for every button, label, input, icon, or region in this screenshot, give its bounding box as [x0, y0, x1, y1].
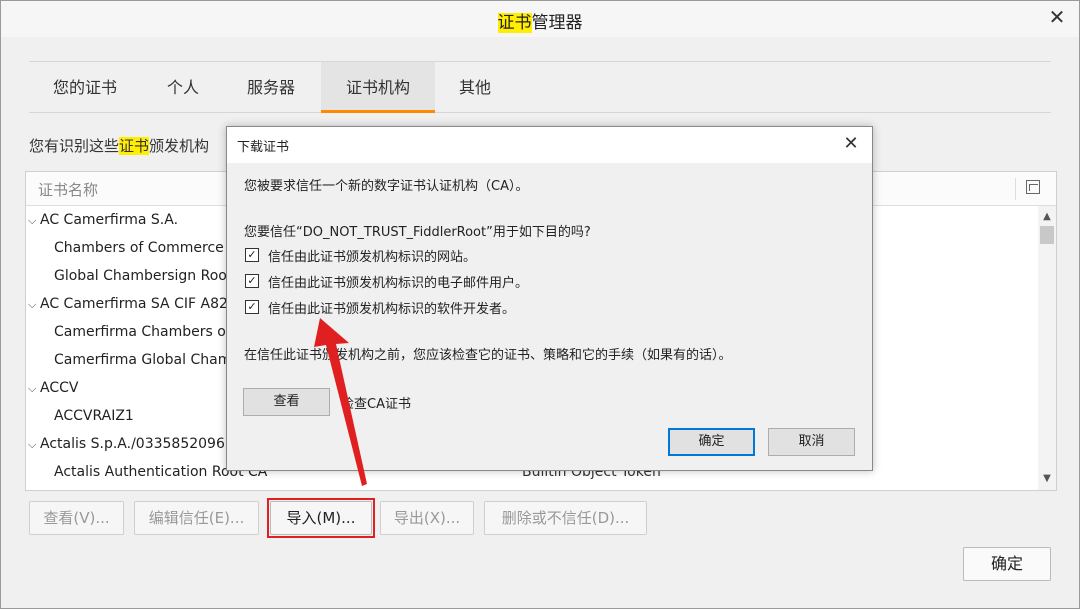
row-label: Actalis S.p.A./03358520967: [40, 436, 234, 452]
trust-email-label[interactable]: 信任由此证书颁发机构标识的电子邮件用户。: [268, 272, 528, 291]
title-bar: 证书管理器 ✕: [1, 1, 1079, 37]
tab-your-certs[interactable]: 您的证书: [29, 62, 141, 113]
scroll-up-icon[interactable]: ▲: [1038, 208, 1056, 226]
tree-child-row[interactable]: Global Chambersign Root: [54, 262, 232, 290]
dialog-title-bar: 下载证书 ✕: [227, 127, 872, 163]
expand-chevron-icon[interactable]: ⌵: [28, 431, 40, 459]
tab-others[interactable]: 其他: [443, 62, 507, 113]
edit-trust-button[interactable]: 编辑信任(E)...: [134, 501, 259, 535]
tree-child-row[interactable]: Camerfirma Global Chamb: [54, 346, 240, 374]
annotation-highlight-box: [267, 498, 375, 538]
title-highlight: 证书: [497, 13, 532, 33]
dialog-close-icon[interactable]: ✕: [840, 133, 862, 155]
expand-chevron-icon[interactable]: ⌵: [28, 375, 40, 403]
row-label: ACCV: [40, 380, 79, 396]
tab-servers[interactable]: 服务器: [225, 62, 317, 113]
row-label: AC Camerfirma S.A.: [40, 212, 179, 228]
trust-software-checkbox[interactable]: ✓: [245, 300, 259, 314]
row-label: Chambers of Commerce R: [54, 240, 238, 256]
dialog-view-hint: 检查CA证书: [341, 397, 411, 412]
window-title: 证书管理器: [1, 8, 1079, 33]
tree-group-row[interactable]: ⌵ ACCV: [28, 374, 78, 402]
dialog-question-text: 您要信任“DO_NOT_TRUST_FiddlerRoot”用于如下目的吗?: [244, 225, 591, 240]
row-label: Camerfirma Chambers of: [54, 324, 231, 340]
description-text: 您有识别这些证书颁发机构: [29, 135, 209, 156]
description-after: 颁发机构: [149, 137, 210, 155]
close-icon[interactable]: ✕: [1047, 7, 1067, 27]
column-picker-icon[interactable]: [1026, 180, 1040, 194]
trust-software-label[interactable]: 信任由此证书颁发机构标识的软件开发者。: [268, 298, 515, 317]
dialog-ok-button[interactable]: 确定: [668, 428, 755, 456]
tab-bar: 您的证书 个人 服务器 证书机构 其他: [29, 61, 1051, 113]
column-separator: [1015, 178, 1016, 200]
tree-child-row[interactable]: Camerfirma Chambers of: [54, 318, 231, 346]
trust-email-checkbox[interactable]: ✓: [245, 274, 259, 288]
description-highlight: 证书: [119, 137, 150, 155]
column-header-name[interactable]: 证书名称: [38, 179, 98, 200]
delete-or-distrust-button[interactable]: 删除或不信任(D)...: [484, 501, 647, 535]
title-rest: 管理器: [531, 13, 583, 33]
dialog-title: 下载证书: [237, 140, 290, 155]
row-label: Camerfirma Global Chamb: [54, 352, 241, 368]
tree-group-row[interactable]: ⌵ AC Camerfirma SA CIF A827: [28, 290, 237, 318]
dialog-view-button[interactable]: 查看: [243, 388, 330, 416]
tab-authorities[interactable]: 证书机构: [321, 62, 435, 113]
expand-chevron-icon[interactable]: ⌵: [28, 291, 40, 319]
row-label: Global Chambersign Root: [54, 268, 233, 284]
download-certificate-dialog: 下载证书 ✕ 您被要求信任一个新的数字证书认证机构（CA）。 您要信任“DO_N…: [226, 126, 873, 471]
dialog-cancel-button[interactable]: 取消: [768, 428, 855, 456]
ok-button[interactable]: 确定: [963, 547, 1051, 581]
tree-group-row[interactable]: ⌵ AC Camerfirma S.A.: [28, 206, 178, 234]
tree-group-row[interactable]: ⌵ Actalis S.p.A./03358520967: [28, 430, 234, 458]
trust-websites-checkbox[interactable]: ✓: [245, 248, 259, 262]
dialog-warning-text: 在信任此证书颁发机构之前，您应该检查它的证书、策略和它的手续（如果有的话）。: [244, 348, 732, 363]
expand-chevron-icon[interactable]: ⌵: [28, 207, 40, 235]
row-label: AC Camerfirma SA CIF A827: [40, 296, 237, 312]
description-before: 您有识别这些: [29, 137, 120, 155]
tree-child-row[interactable]: ACCVRAIZ1: [54, 402, 134, 430]
view-button[interactable]: 查看(V)...: [29, 501, 124, 535]
row-label: ACCVRAIZ1: [54, 408, 134, 424]
tab-people[interactable]: 个人: [151, 62, 215, 113]
tree-child-row[interactable]: Chambers of Commerce R: [54, 234, 238, 262]
dialog-intro-text: 您被要求信任一个新的数字证书认证机构（CA）。: [244, 179, 529, 194]
vertical-scrollbar[interactable]: ▲ ▼: [1038, 206, 1056, 490]
trust-websites-label[interactable]: 信任由此证书颁发机构标识的网站。: [268, 246, 476, 265]
scrollbar-thumb[interactable]: [1040, 226, 1054, 244]
export-button[interactable]: 导出(X)...: [380, 501, 474, 535]
scroll-down-icon[interactable]: ▼: [1038, 470, 1056, 488]
